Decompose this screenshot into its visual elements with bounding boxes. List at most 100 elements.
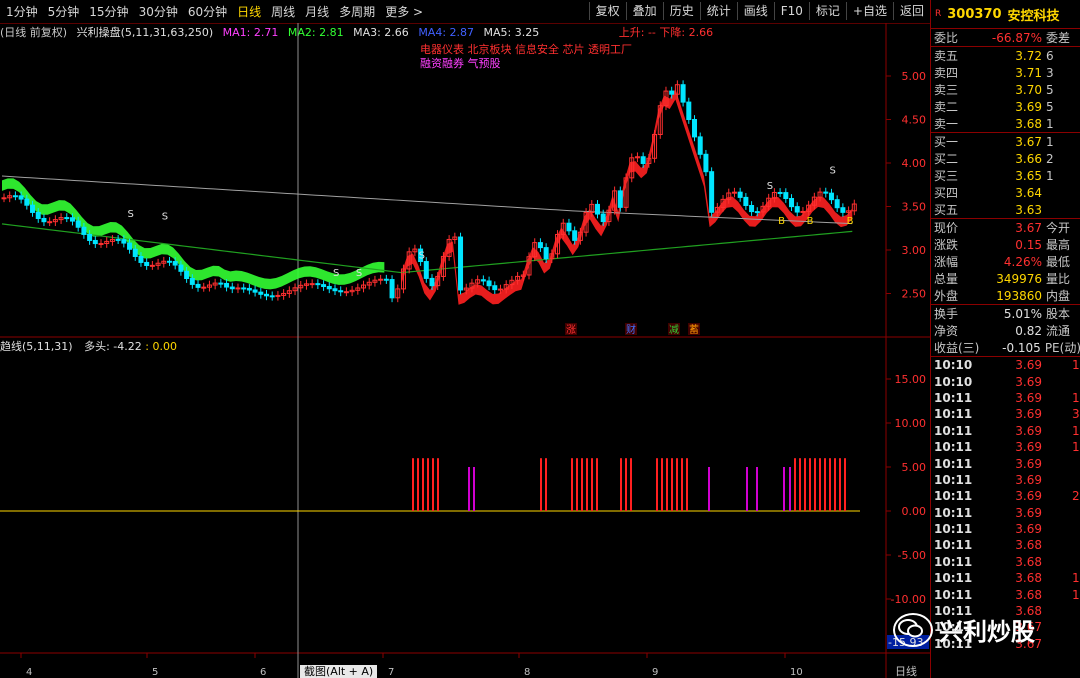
sub-bar-red [630,458,632,511]
trade-price: 3.68 [1015,554,1042,569]
sub-bar-red [422,458,424,511]
sub-bar-red [625,458,627,511]
period-tab[interactable]: 15分钟 [85,3,134,21]
candle-body [321,284,327,288]
sub-bar-red [681,458,683,511]
trade-row: 10:11 3.68 [931,537,1080,553]
candle-body [189,278,195,285]
candle-body [98,243,104,246]
period-tab[interactable]: 1分钟 [2,3,44,21]
trade-price: 3.69 [1015,505,1042,520]
quote-extra: PE(动) [1044,341,1080,355]
toolbar-button[interactable]: 返回 [892,2,930,20]
quote-label: 卖三 [934,83,959,97]
trade-volume: 1 [1072,358,1080,373]
sub-bar-red [437,458,439,511]
sub-bar-red [545,458,547,511]
sub-y-tick-label: -10.00 [891,593,926,606]
period-tab[interactable]: 30分钟 [135,3,184,21]
candle-body [309,283,315,286]
trade-time: 10:11 [934,554,973,569]
sub-bar-magenta [473,467,475,511]
period-tab[interactable]: 月线 [301,3,335,21]
candle-body [144,261,150,266]
candle-body [47,221,53,224]
quote-panel: R 300370 安控科技 委比 -66.87% 委差 卖五 3.72 6 卖四 3.7… [930,0,1080,678]
period-tab[interactable]: 更多 > [381,3,429,21]
candle-body [315,283,321,286]
candle-body [127,242,133,250]
candle-body [617,190,623,208]
sub-bar-magenta [789,467,791,511]
toolbar-button[interactable]: 历史 [662,2,700,20]
ma-band [2,178,385,290]
period-tab[interactable]: 周线 [267,3,301,21]
candle-body [383,278,389,281]
sub-bar-red [591,458,593,511]
candle-body [423,261,429,279]
period-tab[interactable]: 日线 [233,3,267,21]
stats-list-2: 换手 5.01% 股本 净资 0.82 流通 收益(三) -0.105 PE(动) [931,305,1080,356]
candle-body [697,136,703,155]
webi-row: 委比 -66.87% 委差 [931,29,1080,46]
stats-list: 现价 3.67 今开 涨跌 0.15 最高 涨幅 4.26% 最低 总量 349976 量比 外盘 193… [931,219,1080,304]
candle-body [737,191,743,198]
candle-body [229,286,235,290]
y-tick-label: 5.00 [902,70,927,83]
sub-bar-red [834,458,836,511]
signal-marker: B [847,216,854,227]
sub-bar-red [427,458,429,511]
trade-price: 3.68 [1015,538,1042,553]
candle-body [92,239,98,245]
quote-value: 0.15 [1015,237,1042,252]
trade-ticks: 10:10 3.69 1 10:10 3.69 10:11 3.69 1 10:11 3.69 3 1… [931,357,1080,652]
quote-extra: 1 [1046,134,1054,149]
quote-value: 3.64 [1015,185,1042,200]
kline-chart[interactable]: 5.00 4.50 4.00 3.50 3.00 2.50 15.00 10.00 5.00 0.… [0,23,930,678]
candle-body [566,222,572,232]
quote-extra: 今开 [1046,221,1071,235]
trade-row: 10:11 3.69 [931,472,1080,488]
signal-marker: S [128,209,134,220]
toolbar-button[interactable]: F10 [773,2,809,20]
period-tab[interactable]: 60分钟 [184,3,233,21]
candle-body [686,101,692,120]
quote-row: 净资 0.82 流通 [931,322,1080,339]
toolbar-button[interactable]: 标记 [808,2,846,20]
quote-row: 买三 3.65 1 [931,167,1080,184]
toolbar-button[interactable]: 统计 [699,2,737,20]
sub-bar-red [586,458,588,511]
event-tag: 减 [669,324,679,336]
quote-value: 4.26% [1003,254,1042,269]
candle-body [12,195,18,198]
watermark-text: 兴利炒股 [939,618,1035,646]
candle-body [138,255,144,263]
quote-value: 193860 [996,288,1042,303]
candle-body [640,156,646,164]
period-tab[interactable]: 多周期 [335,3,381,21]
event-tag: 蓄 [689,324,699,336]
sub-bar-red [809,458,811,511]
quote-extra: 1 [1046,168,1054,183]
sub-bar-red [656,458,658,511]
trade-price: 3.69 [1015,423,1042,438]
candle-body [783,192,789,200]
signal-marker: S [162,212,168,223]
candle-body [1,197,7,200]
toolbar-button[interactable]: 复权 [588,2,626,20]
sub-bar-red [839,458,841,511]
candle-body [828,192,834,201]
toolbar-button[interactable]: 画线 [736,2,774,20]
quote-extra: 1 [1046,116,1054,131]
quote-row: 卖三 3.70 5 [931,81,1080,98]
quote-row: 卖五 3.72 6 [931,47,1080,64]
quote-label: 现价 [934,221,959,235]
period-tab[interactable]: 5分钟 [44,3,86,21]
quote-label: 买一 [934,135,959,149]
trade-time: 10:11 [934,571,973,586]
trade-price: 3.69 [1015,390,1042,405]
candle-body [235,287,241,290]
toolbar-button[interactable]: +自选 [845,2,893,20]
candle-body [35,211,41,219]
toolbar-button[interactable]: 叠加 [625,2,663,20]
